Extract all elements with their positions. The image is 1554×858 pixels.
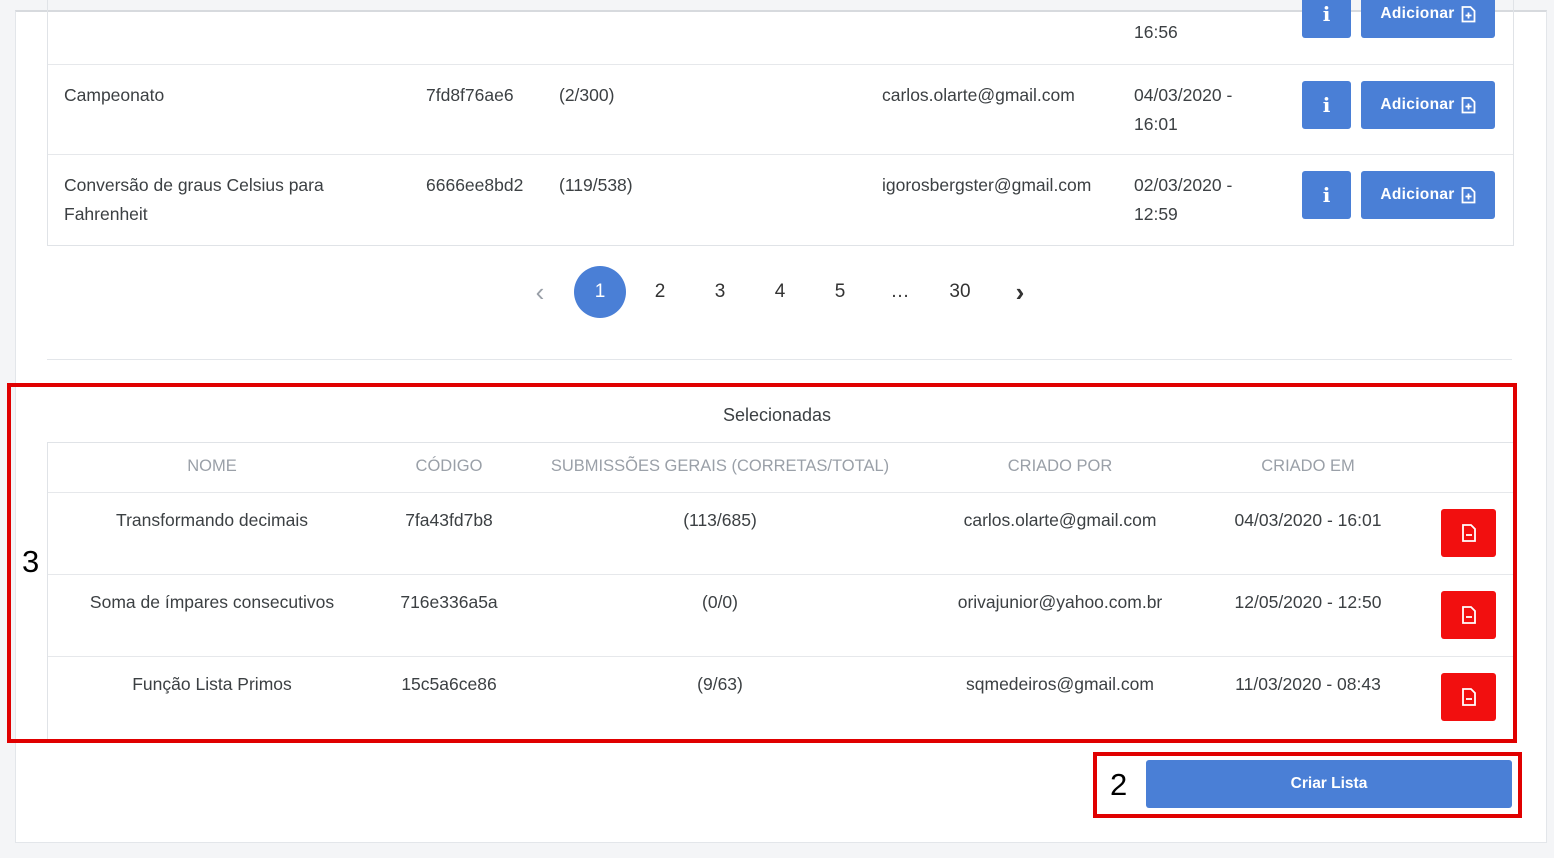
problem-name: Campeonato: [64, 85, 165, 105]
info-button[interactable]: i: [1302, 171, 1351, 219]
info-icon: i: [1322, 183, 1331, 207]
page-2[interactable]: 2: [634, 266, 686, 318]
problem-submissions: (119/538): [559, 175, 633, 195]
add-button[interactable]: Adicionar: [1361, 0, 1495, 38]
file-plus-icon: [1461, 5, 1475, 22]
page-4[interactable]: 4: [754, 266, 806, 318]
annotation-label-2: 2: [1110, 767, 1128, 802]
file-plus-icon: [1461, 96, 1475, 113]
info-button[interactable]: i: [1302, 81, 1351, 129]
problem-name: Conversão de graus Celsius para: [64, 175, 324, 195]
add-button-label: Adicionar: [1380, 186, 1455, 203]
add-button-label: Adicionar: [1380, 5, 1455, 22]
problem-time: 16:01: [1134, 114, 1178, 134]
problem-name-cont: Fahrenheit: [64, 204, 148, 224]
page-5[interactable]: 5: [814, 266, 866, 318]
info-button[interactable]: i: [1302, 0, 1351, 38]
section-divider: [47, 359, 1512, 360]
add-button[interactable]: Adicionar: [1361, 171, 1495, 219]
problem-author: carlos.olarte@gmail.com: [882, 85, 1075, 105]
chevron-right-icon[interactable]: ›: [994, 266, 1046, 318]
table-row: Conversão de graus Celsius para Fahrenhe…: [48, 154, 1513, 245]
add-button-label: Adicionar: [1380, 96, 1455, 113]
add-button[interactable]: Adicionar: [1361, 81, 1495, 129]
problem-author: igorosbergster@gmail.com: [882, 175, 1092, 195]
problem-date: 04/03/2020 -: [1134, 85, 1233, 105]
problem-submissions: (2/300): [559, 85, 615, 105]
page-30[interactable]: 30: [934, 266, 986, 318]
annotation-label-3: 3: [22, 544, 40, 579]
problem-code: 6666ee8bd2: [426, 175, 524, 195]
date-cell: 16:56: [1134, 22, 1178, 42]
info-icon: i: [1322, 2, 1331, 26]
problem-date: 02/03/2020 -: [1134, 175, 1233, 195]
problem-time: 12:59: [1134, 204, 1178, 224]
file-plus-icon: [1461, 186, 1475, 203]
page-ellipsis: …: [890, 281, 910, 302]
page-1[interactable]: 1: [574, 266, 626, 318]
annotation-box-3: [7, 383, 1517, 743]
table-row: 16:56 i Adicionar: [48, 0, 1513, 64]
table-row: Campeonato 7fd8f76ae6 (2/300) carlos.ola…: [48, 64, 1513, 155]
info-icon: i: [1322, 93, 1331, 117]
problems-table: 16:56 i Adicionar Campeonato 7fd8f76ae6 …: [47, 0, 1514, 246]
page-3[interactable]: 3: [694, 266, 746, 318]
annotation-box-2: [1093, 752, 1522, 818]
chevron-left-icon[interactable]: ‹: [514, 266, 566, 318]
problem-code: 7fd8f76ae6: [426, 85, 514, 105]
